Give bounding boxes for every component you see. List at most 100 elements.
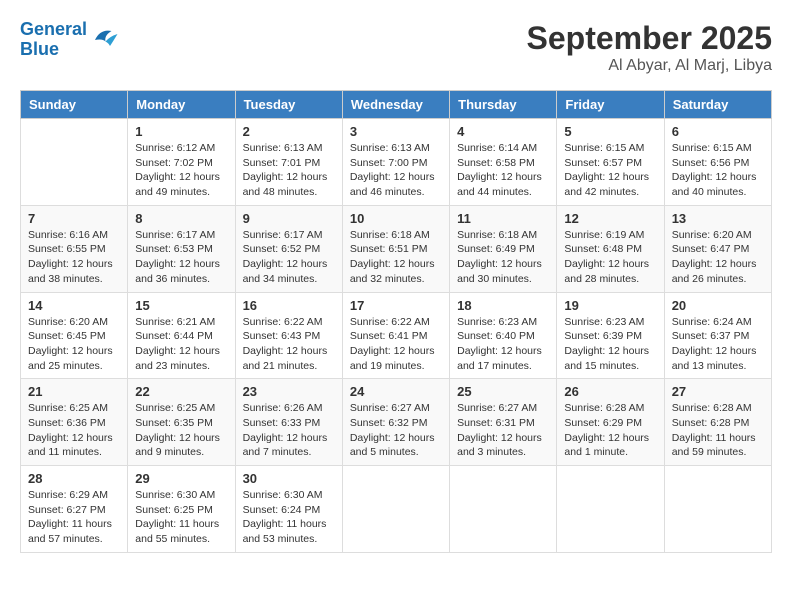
day-number: 22 — [135, 384, 227, 399]
month-title: September 2025 — [527, 20, 772, 57]
calendar-cell: 21 Sunrise: 6:25 AM Sunset: 6:36 PM Dayli… — [21, 379, 128, 466]
day-number: 23 — [243, 384, 335, 399]
calendar-cell: 25 Sunrise: 6:27 AM Sunset: 6:31 PM Dayli… — [450, 379, 557, 466]
title-block: September 2025 Al Abyar, Al Marj, Libya — [527, 20, 772, 75]
logo: GeneralBlue — [20, 20, 119, 60]
calendar-cell: 24 Sunrise: 6:27 AM Sunset: 6:32 PM Dayli… — [342, 379, 449, 466]
calendar-cell: 1 Sunrise: 6:12 AM Sunset: 7:02 PM Daylig… — [128, 119, 235, 206]
day-info: Sunrise: 6:22 AM Sunset: 6:43 PM Dayligh… — [243, 315, 335, 374]
day-number: 25 — [457, 384, 549, 399]
day-info: Sunrise: 6:14 AM Sunset: 6:58 PM Dayligh… — [457, 141, 549, 200]
day-info: Sunrise: 6:13 AM Sunset: 7:01 PM Dayligh… — [243, 141, 335, 200]
calendar-cell: 18Sunrise: 6:23 AM Sunset: 6:40 PM Dayli… — [450, 292, 557, 379]
calendar-cell: 15 Sunrise: 6:21 AM Sunset: 6:44 PM Dayli… — [128, 292, 235, 379]
header-tuesday: Tuesday — [235, 91, 342, 119]
day-info: Sunrise: 6:23 AM Sunset: 6:40 PM Dayligh… — [457, 315, 549, 374]
day-info: Sunrise: 6:17 AM Sunset: 6:53 PM Dayligh… — [135, 228, 227, 287]
day-number: 7 — [28, 211, 120, 226]
day-number: 21 — [28, 384, 120, 399]
calendar-week-3: 14Sunrise: 6:20 AM Sunset: 6:45 PM Dayli… — [21, 292, 772, 379]
day-number: 11 — [457, 211, 549, 226]
day-info: Sunrise: 6:23 AM Sunset: 6:39 PM Dayligh… — [564, 315, 656, 374]
calendar-week-4: 21 Sunrise: 6:25 AM Sunset: 6:36 PM Dayli… — [21, 379, 772, 466]
day-info: Sunrise: 6:13 AM Sunset: 7:00 PM Dayligh… — [350, 141, 442, 200]
day-info: Sunrise: 6:25 AM Sunset: 6:36 PM Dayligh… — [28, 401, 120, 460]
calendar-week-5: 28 Sunrise: 6:29 AM Sunset: 6:27 PM Dayli… — [21, 466, 772, 553]
day-number: 6 — [672, 124, 764, 139]
day-number: 20 — [672, 298, 764, 313]
day-number: 15 — [135, 298, 227, 313]
day-info: Sunrise: 6:18 AM Sunset: 6:49 PM Dayligh… — [457, 228, 549, 287]
page-header: GeneralBlue September 2025 Al Abyar, Al … — [20, 20, 772, 75]
day-number: 28 — [28, 471, 120, 486]
day-info: Sunrise: 6:25 AM Sunset: 6:35 PM Dayligh… — [135, 401, 227, 460]
calendar-cell: 12 Sunrise: 6:19 AM Sunset: 6:48 PM Dayli… — [557, 205, 664, 292]
day-info: Sunrise: 6:21 AM Sunset: 6:44 PM Dayligh… — [135, 315, 227, 374]
day-info: Sunrise: 6:27 AM Sunset: 6:32 PM Dayligh… — [350, 401, 442, 460]
day-info: Sunrise: 6:16 AM Sunset: 6:55 PM Dayligh… — [28, 228, 120, 287]
calendar-cell: 8Sunrise: 6:17 AM Sunset: 6:53 PM Daylig… — [128, 205, 235, 292]
calendar-header-row: SundayMondayTuesdayWednesdayThursdayFrid… — [21, 91, 772, 119]
calendar-cell: 13 Sunrise: 6:20 AM Sunset: 6:47 PM Dayli… — [664, 205, 771, 292]
calendar-cell: 2 Sunrise: 6:13 AM Sunset: 7:01 PM Daylig… — [235, 119, 342, 206]
day-number: 29 — [135, 471, 227, 486]
day-info: Sunrise: 6:27 AM Sunset: 6:31 PM Dayligh… — [457, 401, 549, 460]
day-number: 19 — [564, 298, 656, 313]
day-info: Sunrise: 6:20 AM Sunset: 6:45 PM Dayligh… — [28, 315, 120, 374]
header-sunday: Sunday — [21, 91, 128, 119]
day-info: Sunrise: 6:15 AM Sunset: 6:57 PM Dayligh… — [564, 141, 656, 200]
day-info: Sunrise: 6:17 AM Sunset: 6:52 PM Dayligh… — [243, 228, 335, 287]
day-number: 13 — [672, 211, 764, 226]
day-info: Sunrise: 6:29 AM Sunset: 6:27 PM Dayligh… — [28, 488, 120, 547]
location: Al Abyar, Al Marj, Libya — [527, 57, 772, 75]
day-info: Sunrise: 6:18 AM Sunset: 6:51 PM Dayligh… — [350, 228, 442, 287]
calendar-cell: 16Sunrise: 6:22 AM Sunset: 6:43 PM Dayli… — [235, 292, 342, 379]
calendar-cell: 23 Sunrise: 6:26 AM Sunset: 6:33 PM Dayli… — [235, 379, 342, 466]
header-monday: Monday — [128, 91, 235, 119]
calendar-cell: 7 Sunrise: 6:16 AM Sunset: 6:55 PM Daylig… — [21, 205, 128, 292]
calendar-cell: 3Sunrise: 6:13 AM Sunset: 7:00 PM Daylig… — [342, 119, 449, 206]
day-number: 26 — [564, 384, 656, 399]
day-number: 2 — [243, 124, 335, 139]
day-info: Sunrise: 6:12 AM Sunset: 7:02 PM Dayligh… — [135, 141, 227, 200]
calendar-cell: 10 Sunrise: 6:18 AM Sunset: 6:51 PM Dayli… — [342, 205, 449, 292]
calendar-cell — [450, 466, 557, 553]
calendar-cell: 14Sunrise: 6:20 AM Sunset: 6:45 PM Dayli… — [21, 292, 128, 379]
logo-text: GeneralBlue — [20, 20, 87, 60]
header-friday: Friday — [557, 91, 664, 119]
day-info: Sunrise: 6:30 AM Sunset: 6:25 PM Dayligh… — [135, 488, 227, 547]
calendar-cell: 30 Sunrise: 6:30 AM Sunset: 6:24 PM Dayli… — [235, 466, 342, 553]
day-number: 24 — [350, 384, 442, 399]
day-number: 5 — [564, 124, 656, 139]
calendar-cell — [342, 466, 449, 553]
calendar-table: SundayMondayTuesdayWednesdayThursdayFrid… — [20, 90, 772, 553]
day-info: Sunrise: 6:30 AM Sunset: 6:24 PM Dayligh… — [243, 488, 335, 547]
day-info: Sunrise: 6:19 AM Sunset: 6:48 PM Dayligh… — [564, 228, 656, 287]
calendar-cell: 26Sunrise: 6:28 AM Sunset: 6:29 PM Dayli… — [557, 379, 664, 466]
day-number: 1 — [135, 124, 227, 139]
header-wednesday: Wednesday — [342, 91, 449, 119]
day-info: Sunrise: 6:28 AM Sunset: 6:28 PM Dayligh… — [672, 401, 764, 460]
logo-bird-icon — [89, 25, 119, 55]
calendar-cell — [664, 466, 771, 553]
day-info: Sunrise: 6:24 AM Sunset: 6:37 PM Dayligh… — [672, 315, 764, 374]
calendar-cell: 4 Sunrise: 6:14 AM Sunset: 6:58 PM Daylig… — [450, 119, 557, 206]
calendar-cell: 9Sunrise: 6:17 AM Sunset: 6:52 PM Daylig… — [235, 205, 342, 292]
calendar-cell: 5 Sunrise: 6:15 AM Sunset: 6:57 PM Daylig… — [557, 119, 664, 206]
day-number: 4 — [457, 124, 549, 139]
calendar-cell — [21, 119, 128, 206]
calendar-cell: 28 Sunrise: 6:29 AM Sunset: 6:27 PM Dayli… — [21, 466, 128, 553]
day-info: Sunrise: 6:26 AM Sunset: 6:33 PM Dayligh… — [243, 401, 335, 460]
day-number: 10 — [350, 211, 442, 226]
header-thursday: Thursday — [450, 91, 557, 119]
calendar-cell: 11 Sunrise: 6:18 AM Sunset: 6:49 PM Dayli… — [450, 205, 557, 292]
calendar-week-2: 7 Sunrise: 6:16 AM Sunset: 6:55 PM Daylig… — [21, 205, 772, 292]
day-number: 12 — [564, 211, 656, 226]
day-number: 30 — [243, 471, 335, 486]
calendar-week-1: 1 Sunrise: 6:12 AM Sunset: 7:02 PM Daylig… — [21, 119, 772, 206]
calendar-cell: 22 Sunrise: 6:25 AM Sunset: 6:35 PM Dayli… — [128, 379, 235, 466]
day-info: Sunrise: 6:20 AM Sunset: 6:47 PM Dayligh… — [672, 228, 764, 287]
day-number: 17 — [350, 298, 442, 313]
calendar-cell: 17Sunrise: 6:22 AM Sunset: 6:41 PM Dayli… — [342, 292, 449, 379]
calendar-cell: 27Sunrise: 6:28 AM Sunset: 6:28 PM Dayli… — [664, 379, 771, 466]
